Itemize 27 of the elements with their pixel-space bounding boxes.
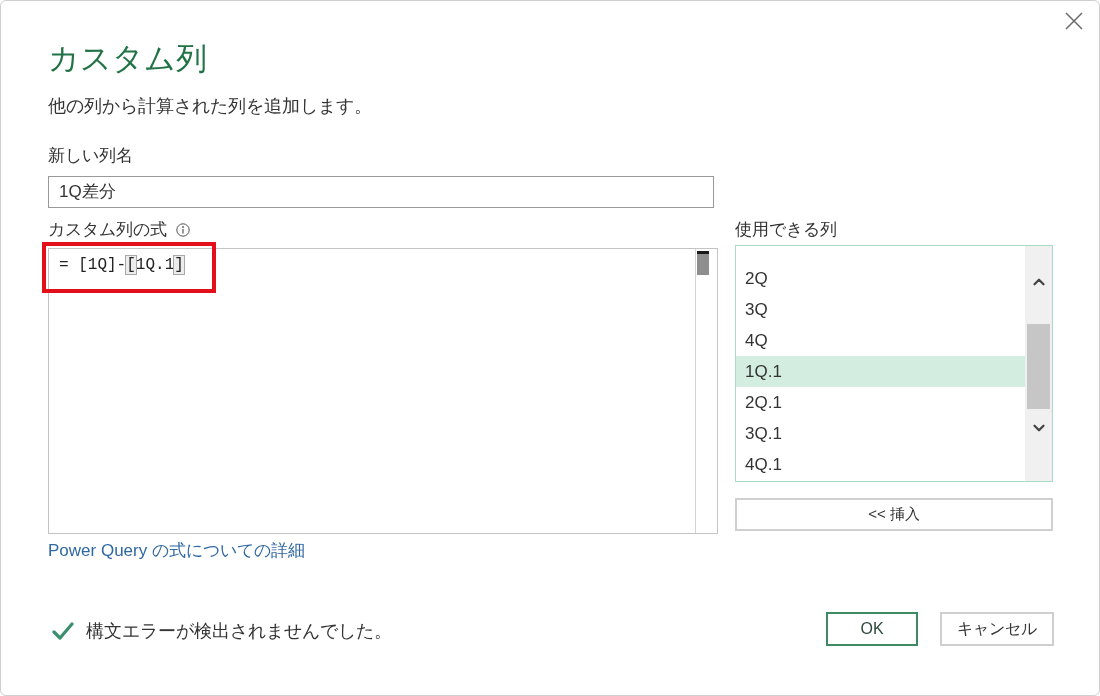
info-icon[interactable] xyxy=(176,223,190,237)
field-label: カスタム列の式 xyxy=(48,219,167,241)
scrollbar-thumb[interactable] xyxy=(1027,324,1050,409)
insert-button[interactable]: << 挿入 xyxy=(735,498,1053,531)
list-item[interactable]: 2Q xyxy=(736,263,1025,294)
status-message: 構文エラーが検出されませんでした。 xyxy=(86,620,392,643)
list-item[interactable]: 4Q.1 xyxy=(736,449,1025,480)
ok-button[interactable]: OK xyxy=(826,612,918,646)
column-name-input[interactable]: 1Q差分 xyxy=(48,176,714,208)
field-label: 新しい列名 xyxy=(48,145,133,167)
close-button[interactable] xyxy=(1063,10,1085,32)
field-label: 使用できる列 xyxy=(735,219,837,241)
column-list[interactable]: 2Q 3Q 4Q 1Q.1 2Q.1 3Q.1 4Q.1 xyxy=(735,245,1053,482)
dialog-title: カスタム列 xyxy=(48,40,207,78)
dialog-description: 他の列から計算された列を追加します。 xyxy=(48,95,372,118)
check-icon xyxy=(52,622,74,640)
list-item[interactable]: 1Q.1 xyxy=(736,356,1025,387)
list-item[interactable]: 3Q.1 xyxy=(736,418,1025,449)
formula-text: = [1Q]-[1Q.1] xyxy=(59,256,184,274)
list-item[interactable]: 3Q xyxy=(736,294,1025,325)
list-item[interactable]: 4Q xyxy=(736,325,1025,356)
close-icon xyxy=(1065,12,1083,30)
cancel-button[interactable]: キャンセル xyxy=(940,612,1054,646)
help-link[interactable]: Power Query の式についての詳細 xyxy=(48,540,305,562)
scrollbar[interactable] xyxy=(1025,246,1052,481)
scrollbar-thumb[interactable] xyxy=(697,251,709,275)
list-item[interactable]: 2Q.1 xyxy=(736,387,1025,418)
